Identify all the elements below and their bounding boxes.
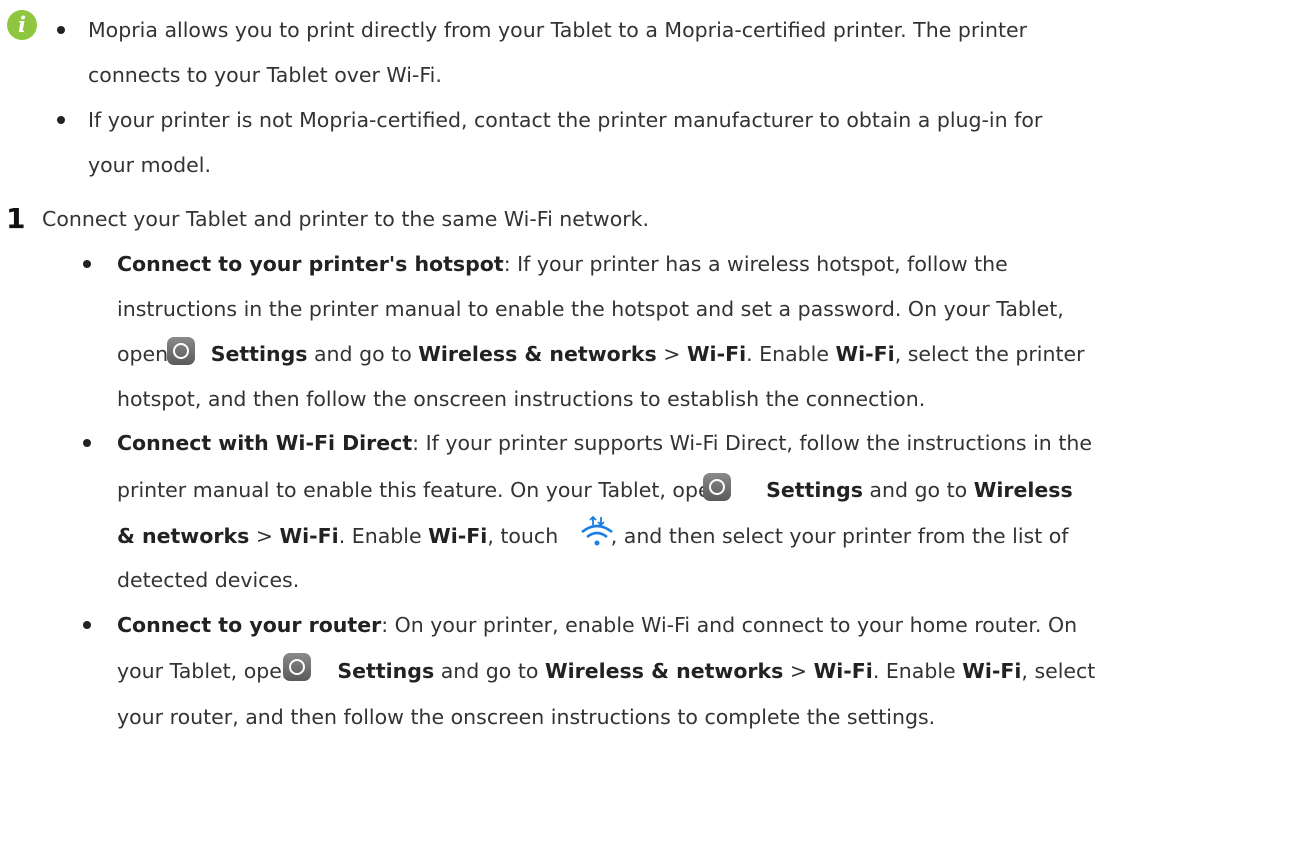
note-bullet-1-line-1: Mopria allows you to print directly from… [88, 18, 1028, 42]
settings-gear-icon [167, 337, 195, 365]
router-line-2: your Tablet, open Settings and go to Wir… [117, 659, 1096, 683]
settings-gear-icon [703, 473, 731, 501]
bullet-dot [57, 26, 65, 34]
wifi-direct-icon [581, 516, 613, 546]
settings-label: Settings [210, 342, 308, 366]
bullet-dot [83, 439, 91, 447]
router-line-3: your router, and then follow the onscree… [117, 705, 936, 729]
hotspot-line-2: instructions in the printer manual to en… [117, 297, 1064, 321]
bullet-dot [83, 260, 91, 268]
settings-gear-icon [283, 653, 311, 681]
wifi-direct-line-4: detected devices. [117, 568, 300, 592]
hotspot-line-4: hotspot, and then follow the onscreen in… [117, 387, 926, 411]
wifi-direct-title: Connect with Wi-Fi Direct [117, 431, 413, 455]
bullet-dot [83, 621, 91, 629]
hotspot-line-1: Connect to your printer's hotspot: If yo… [117, 252, 1008, 276]
note-bullet-2-line-2: your model. [88, 153, 211, 177]
note-bullet-2-line-1: If your printer is not Mopria-certified,… [88, 108, 1043, 132]
hotspot-line-3: open Settings and go to Wireless & netwo… [117, 342, 1085, 366]
wifi-direct-line-1: Connect with Wi-Fi Direct: If your print… [117, 431, 1092, 455]
note-bullet-1-line-2: connects to your Tablet over Wi-Fi. [88, 63, 442, 87]
router-title: Connect to your router [117, 613, 382, 637]
info-icon: i [7, 10, 37, 40]
settings-label: Settings [337, 659, 435, 683]
bullet-dot [57, 116, 65, 124]
router-line-1: Connect to your router: On your printer,… [117, 613, 1078, 637]
step-1-text: Connect your Tablet and printer to the s… [42, 207, 650, 231]
hotspot-title: Connect to your printer's hotspot [117, 252, 504, 276]
wifi-direct-line-2: printer manual to enable this feature. O… [117, 478, 1073, 502]
step-number: 1 [6, 202, 26, 235]
settings-label: Settings [766, 478, 863, 502]
